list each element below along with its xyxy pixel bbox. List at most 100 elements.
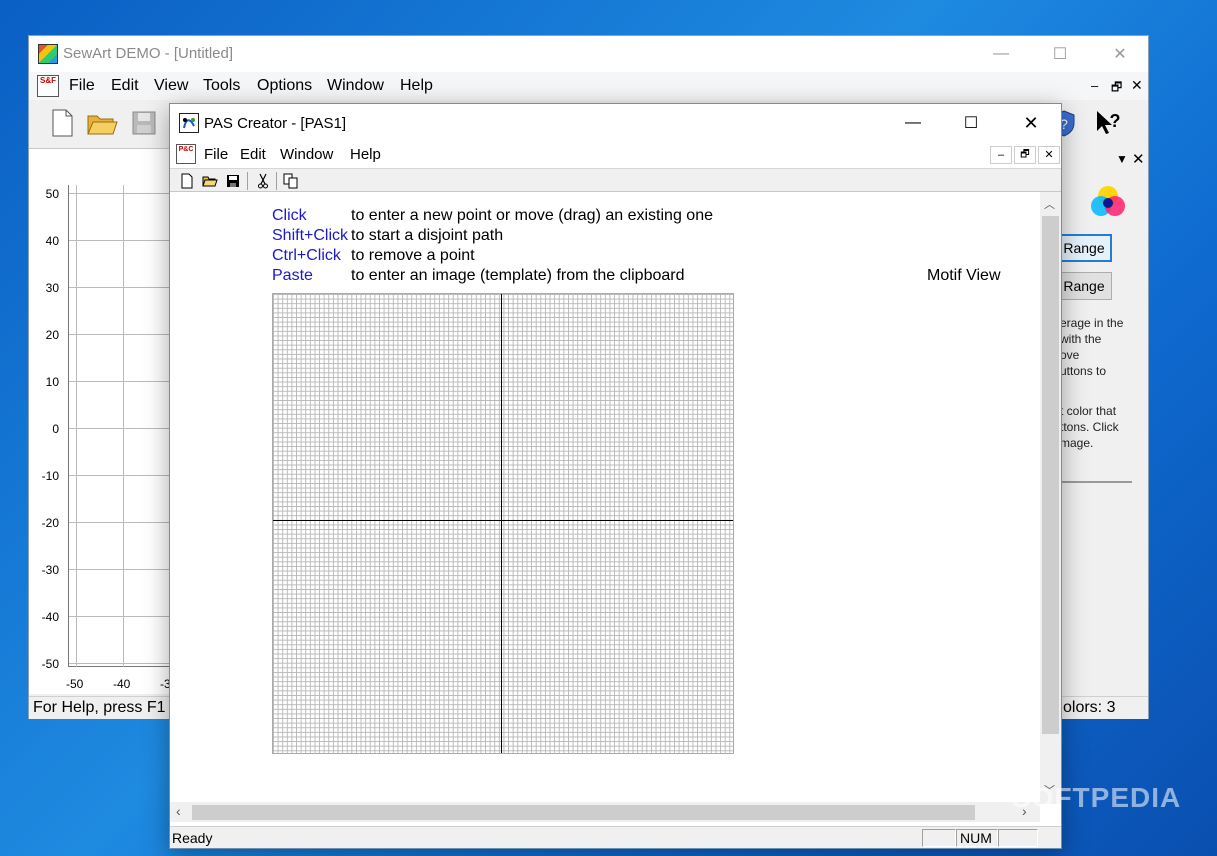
grid-y-axis-line: [501, 294, 502, 753]
pas-menubar: P&C File Edit Window Help – 🗗 ✕: [170, 142, 1061, 168]
horizontal-scroll-thumb[interactable]: [192, 805, 975, 820]
chart-plot-area: [68, 185, 171, 667]
pas-doc-icon[interactable]: P&C: [176, 144, 196, 164]
pas-mdi-restore-button[interactable]: 🗗: [1014, 146, 1036, 164]
pas-maximize-button[interactable]: ☐: [948, 105, 994, 141]
sewart-mdi-minimize-button[interactable]: –: [1091, 78, 1098, 93]
pas-status-ready: Ready: [172, 830, 213, 846]
menu-help[interactable]: Help: [400, 77, 433, 95]
grid-line: [69, 569, 171, 570]
svg-text:?: ?: [1110, 111, 1121, 131]
drawing-grid-canvas[interactable]: [272, 293, 734, 754]
y-tick-label: -50: [41, 657, 59, 671]
menu-window[interactable]: Window: [327, 77, 384, 95]
grid-line: [69, 663, 171, 664]
x-tick-label: -50: [66, 677, 84, 691]
panel-help-text: mage.: [1060, 436, 1094, 450]
sewart-close-button[interactable]: ✕: [1097, 36, 1143, 72]
y-tick-label: -40: [41, 610, 59, 624]
pas-menu-edit[interactable]: Edit: [240, 146, 266, 163]
toolbar-separator: [247, 172, 248, 190]
sewart-doc-icon[interactable]: S&F: [37, 75, 59, 97]
horizontal-scrollbar[interactable]: ‹ ›: [170, 802, 1040, 822]
scroll-up-arrow-icon[interactable]: ︿: [1044, 196, 1055, 212]
grid-line: [69, 334, 171, 335]
grid-line: [76, 185, 77, 667]
chart-y-axis: 50 40 30 20 10 0 -10 -20 -30 -40 -50: [29, 187, 63, 687]
range-button-2-label: Range: [1063, 278, 1105, 294]
menu-view[interactable]: View: [154, 77, 188, 95]
scroll-left-arrow-icon[interactable]: ‹: [176, 803, 181, 819]
y-tick-label: 0: [52, 422, 59, 436]
sewart-status-help: For Help, press F1: [33, 699, 166, 716]
sewart-mdi-restore-button[interactable]: 🗗: [1111, 78, 1122, 99]
grid-line: [69, 240, 171, 241]
x-tick-label: -40: [113, 677, 131, 691]
panel-dropdown-arrow-icon[interactable]: ▼: [1116, 152, 1128, 166]
status-num-indicator: NUM: [960, 830, 992, 846]
vertical-scroll-thumb[interactable]: [1042, 216, 1059, 734]
panel-help-text: uttons to: [1060, 364, 1107, 378]
sewart-maximize-button[interactable]: ☐: [1037, 36, 1083, 72]
pas-close-button[interactable]: ✕: [1008, 105, 1054, 141]
vertical-scrollbar[interactable]: ︿ ﹀: [1040, 192, 1061, 804]
pas-menu-window[interactable]: Window: [280, 146, 333, 163]
menu-tools[interactable]: Tools: [203, 77, 240, 95]
new-file-icon[interactable]: [178, 172, 196, 190]
pas-minimize-button[interactable]: —: [890, 105, 936, 141]
instruction-text: to enter a new point or move (drag) an e…: [351, 207, 713, 224]
grid-line: [69, 616, 171, 617]
grid-line: [69, 475, 171, 476]
sewart-status-colors: olors: 3: [1063, 699, 1116, 716]
pas-creator-window: PAS Creator - [PAS1] — ☐ ✕ P&C File Edit…: [169, 103, 1062, 849]
pas-titlebar[interactable]: PAS Creator - [PAS1] — ☐ ✕: [170, 104, 1061, 142]
pas-statusbar: Ready NUM: [170, 826, 1061, 848]
pas-menu-file[interactable]: File: [204, 146, 228, 163]
pas-content-area[interactable]: Click to enter a new point or move (drag…: [170, 192, 1040, 802]
range-button-2[interactable]: Range: [1056, 272, 1112, 300]
pas-mdi-close-button[interactable]: ✕: [1038, 146, 1060, 164]
sewart-app-icon: [38, 44, 58, 64]
y-tick-label: 30: [45, 281, 59, 295]
motif-view-label[interactable]: Motif View: [927, 267, 1001, 285]
instruction-text: to remove a point: [351, 247, 475, 264]
save-disk-icon[interactable]: [129, 107, 159, 139]
menu-options[interactable]: Options: [257, 77, 312, 95]
copy-icon[interactable]: [282, 172, 300, 190]
softpedia-watermark: SOFTPEDIA: [1012, 782, 1182, 813]
range-button-1[interactable]: Range: [1056, 234, 1112, 262]
sewart-status-colors-panel: olors: 3: [1057, 698, 1119, 719]
grid-line: [123, 185, 124, 667]
pas-menu-help[interactable]: Help: [350, 146, 381, 163]
y-tick-label: -20: [41, 516, 59, 530]
open-folder-icon[interactable]: [85, 107, 118, 139]
grid-line: [69, 522, 171, 523]
panel-help-text: ove: [1060, 348, 1080, 362]
panel-close-button[interactable]: ✕: [1132, 150, 1145, 168]
panel-help-text: erage in the: [1060, 316, 1124, 330]
context-help-icon[interactable]: ?: [1093, 107, 1123, 139]
grid-line: [69, 381, 171, 382]
pas-window-title: PAS Creator - [PAS1]: [204, 115, 346, 132]
open-folder-icon[interactable]: [201, 172, 219, 190]
y-tick-label: 10: [45, 375, 59, 389]
pas-mdi-minimize-button[interactable]: –: [990, 146, 1012, 164]
menu-file[interactable]: File: [69, 77, 95, 95]
sewart-titlebar[interactable]: SewArt DEMO - [Untitled] — ☐ ✕: [29, 36, 1148, 72]
menu-edit[interactable]: Edit: [111, 77, 139, 95]
color-wheel-icon[interactable]: [1088, 182, 1128, 222]
y-tick-label: 20: [45, 328, 59, 342]
cut-icon[interactable]: [254, 172, 272, 190]
new-file-icon[interactable]: [47, 107, 77, 139]
status-panel-empty: [998, 829, 1038, 847]
sewart-mdi-close-button[interactable]: ✕: [1131, 77, 1143, 94]
toolbar-separator: [276, 172, 277, 190]
instruction-key-ctrl-click: Ctrl+Click: [272, 247, 341, 264]
instruction-key-shift-click: Shift+Click: [272, 227, 349, 244]
pas-app-icon: [179, 113, 199, 133]
grid-line: [69, 287, 171, 288]
save-disk-icon[interactable]: [224, 172, 242, 190]
sewart-minimize-button[interactable]: —: [978, 36, 1024, 72]
instruction-key-click: Click: [272, 207, 307, 224]
instruction-text: to start a disjoint path: [351, 227, 504, 244]
